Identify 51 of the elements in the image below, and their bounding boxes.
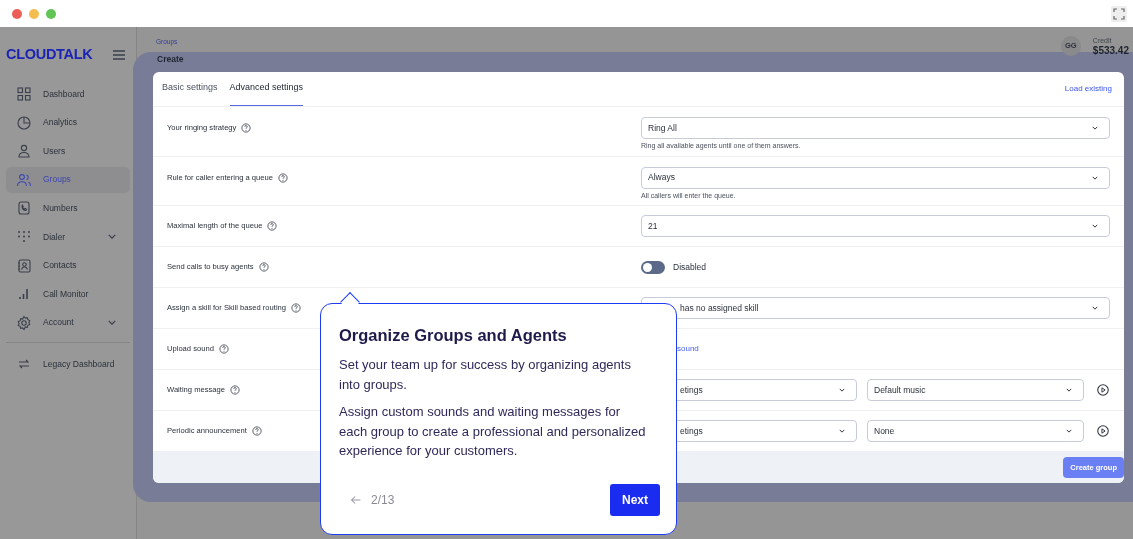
nav-item[interactable]: Account [6,309,130,336]
zoom-window-icon[interactable] [46,8,56,19]
close-window-icon[interactable] [12,8,22,19]
help-icon [266,220,279,232]
upload-sound-link[interactable]: sound [677,343,699,355]
nav-item[interactable]: Dialer [6,223,130,250]
select-field[interactable]: 21 [641,215,1110,237]
grid-icon [16,86,32,102]
nav-item[interactable]: Contacts [6,252,130,279]
nav-item[interactable]: Call Monitor [6,281,130,308]
play-icon[interactable] [1096,383,1110,397]
logo: CLOUDTALK [6,44,93,64]
select-field[interactable]: None [867,420,1084,442]
step-counter: 2/13 [371,492,395,509]
help-icon [228,384,241,396]
minimize-window-icon[interactable] [29,8,39,19]
phone-document-icon [16,200,32,217]
nav-item[interactable]: Users [6,138,130,165]
credit-amount: $533.42 [1092,45,1129,56]
select-field[interactable]: Always [641,166,1110,189]
next-button[interactable]: Next [610,484,660,516]
contact-card-icon [16,257,32,274]
gear-icon [16,314,32,331]
nav-item[interactable]: Legacy Dashboard [6,351,130,378]
nav-item[interactable]: Dashboard [6,81,130,107]
arrow-left-icon[interactable] [349,493,363,507]
popover-text: Set your team up for success by organizing agents into groups. [339,356,632,394]
toggle-switch[interactable] [641,260,665,274]
toggle-label: Disabled [673,260,707,274]
help-icon [276,171,289,184]
page-title: Create [156,53,185,66]
dots-icon [16,228,32,245]
play-icon[interactable] [1096,424,1110,438]
help-icon [257,261,270,273]
select-field[interactable]: has no assigned skill [641,297,1110,319]
help-icon [250,425,263,437]
pie-chart-icon [16,114,32,131]
help-icon [217,343,230,355]
load-existing-link[interactable]: Load existing [1064,83,1112,95]
nav-item[interactable]: Analytics [6,109,130,136]
help-icon [240,122,253,134]
users-icon [16,171,32,188]
tab[interactable]: Advanced settings [229,72,304,106]
expand-icon[interactable] [1111,5,1127,22]
select-field[interactable]: Default music [867,379,1084,401]
select-field[interactable]: Ring All [641,117,1110,139]
tab[interactable]: Basic settings [162,72,218,106]
help-icon [290,302,303,314]
user-icon [16,143,32,160]
nav-item[interactable]: Numbers [6,195,130,222]
popover-title: Organize Groups and Agents [339,325,568,346]
